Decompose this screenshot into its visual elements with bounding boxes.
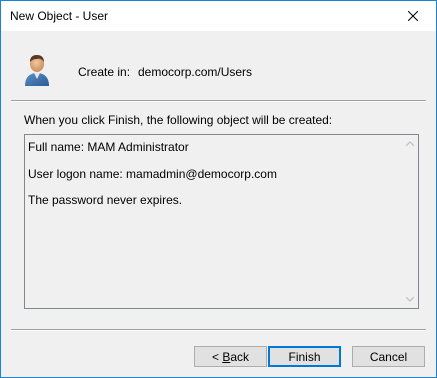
scroll-up-button[interactable] [401,135,418,152]
summary-password: The password never expires. [28,193,183,207]
close-button[interactable] [390,1,436,31]
intro-text: When you click Finish, the following obj… [24,113,333,127]
chevron-down-icon [405,297,414,302]
window-title: New Object - User [10,9,109,23]
finish-button-label: Finish [288,349,321,364]
summary-logon-name: User logon name: mamadmin@democorp.com [28,167,277,181]
create-in-path: democorp.com/Users [138,65,253,79]
chevron-up-icon [405,141,414,146]
back-button[interactable]: < Back [194,346,267,367]
create-in-label: Create in: [78,65,131,79]
cancel-button-label: Cancel [369,349,408,364]
close-icon [408,11,418,21]
back-button-mnemonic: B [222,349,231,364]
new-object-user-dialog: New Object - User Create in: democorp.co… [0,0,437,378]
scroll-down-button[interactable] [401,291,418,308]
back-button-label: ack [230,349,250,364]
footer-divider [11,329,426,331]
back-button-prefix: < [211,349,223,364]
header-divider [11,100,426,102]
finish-button[interactable]: Finish [268,346,341,367]
title-bar[interactable]: New Object - User [1,1,436,31]
summary-full-name: Full name: MAM Administrator [28,140,189,154]
summary-textbox[interactable]: Full name: MAM Administrator User logon … [24,134,419,309]
user-icon [25,55,49,86]
cancel-button[interactable]: Cancel [352,346,425,367]
vertical-scrollbar[interactable] [401,135,418,308]
